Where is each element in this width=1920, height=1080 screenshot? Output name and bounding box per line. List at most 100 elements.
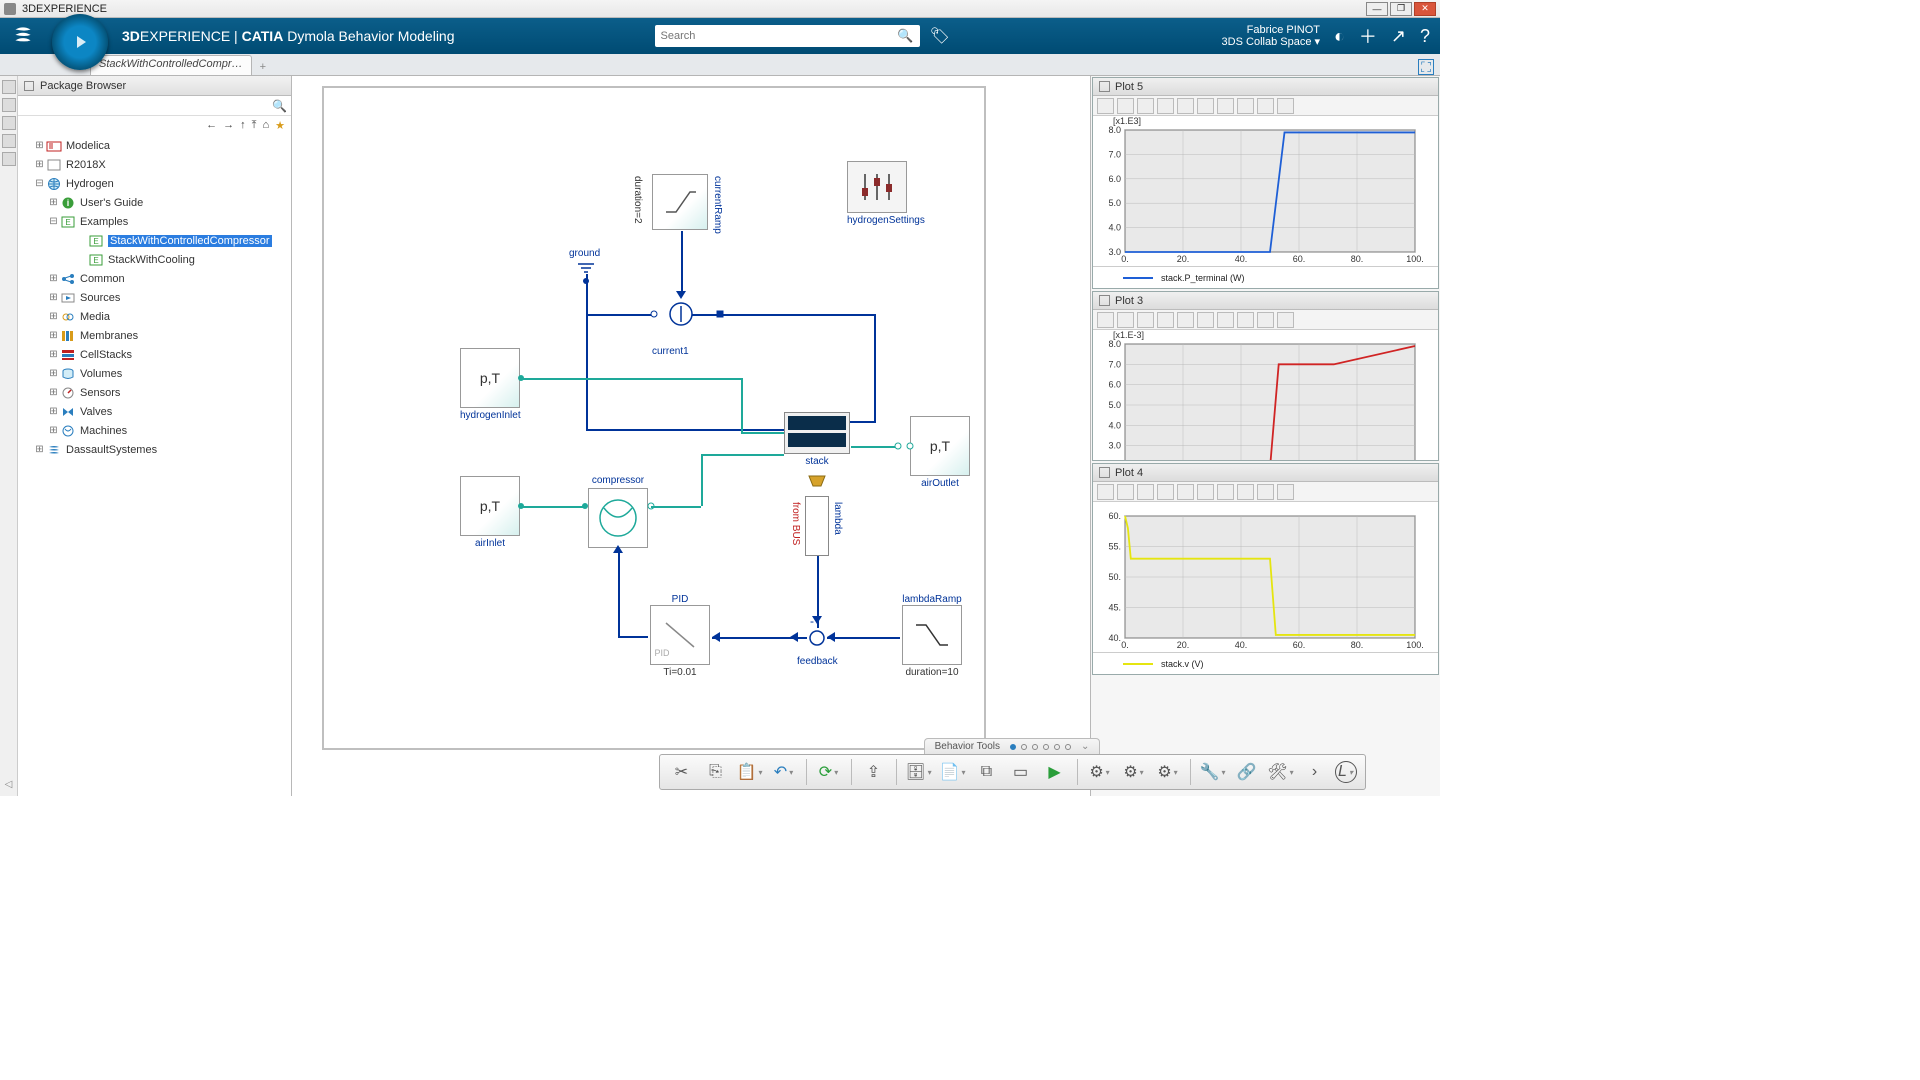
- nav-up-icon[interactable]: ↑: [240, 119, 246, 131]
- browser-search-icon[interactable]: 🔍: [272, 99, 287, 113]
- chevron-down-icon[interactable]: ⌄: [1081, 741, 1089, 752]
- tree-item-Common[interactable]: ⊞Common: [22, 269, 291, 288]
- tree-expander-icon[interactable]: ⊞: [48, 197, 59, 208]
- plot-tool-9[interactable]: [1277, 484, 1294, 500]
- plot-tool-9[interactable]: [1277, 312, 1294, 328]
- tree-expander-icon[interactable]: ⊞: [48, 406, 59, 417]
- component-PID[interactable]: PID PID Ti=0.01: [650, 594, 710, 678]
- tab-active[interactable]: StackWithControlledCompr…: [90, 55, 252, 75]
- component-compressor[interactable]: compressor: [588, 475, 648, 548]
- tree-item-Hydrogen[interactable]: ⊟Hydrogen: [22, 174, 291, 193]
- tree-expander-icon[interactable]: ⊟: [34, 178, 45, 189]
- plot-tool-5[interactable]: [1197, 98, 1214, 114]
- tree-expander-icon[interactable]: ⊟: [48, 216, 59, 227]
- tree-expander-icon[interactable]: ⊞: [48, 349, 59, 360]
- component-hydrogenInlet[interactable]: p,T hydrogenInlet: [460, 348, 521, 421]
- tree-item-StackWithControlledCompressor[interactable]: EStackWithControlledCompressor: [22, 231, 291, 250]
- tree-expander-icon[interactable]: ⊞: [48, 292, 59, 303]
- check-button[interactable]: ⚙: [1154, 758, 1182, 786]
- link-button[interactable]: 🔗: [1233, 758, 1261, 786]
- plot-tool-9[interactable]: [1277, 98, 1294, 114]
- license-button[interactable]: L: [1335, 761, 1357, 783]
- plot-tool-1[interactable]: [1117, 98, 1134, 114]
- component-hydrogenSettings[interactable]: hydrogenSettings: [847, 161, 925, 226]
- plot-tool-6[interactable]: [1217, 98, 1234, 114]
- behavior-tools-tab[interactable]: Behavior Tools ⌄: [924, 738, 1101, 754]
- plot-tool-0[interactable]: [1097, 98, 1114, 114]
- user-info[interactable]: Fabrice PINOT 3DS Collab Space ▾: [1222, 24, 1320, 48]
- tree-item-Valves[interactable]: ⊞Valves: [22, 402, 291, 421]
- plot-header[interactable]: Plot 4: [1093, 464, 1438, 482]
- plot-tool-2[interactable]: [1137, 98, 1154, 114]
- script-button[interactable]: ▭: [1007, 758, 1035, 786]
- plot-tool-0[interactable]: [1097, 312, 1114, 328]
- refresh-button[interactable]: ⟳: [815, 758, 843, 786]
- rail-icon-1[interactable]: [2, 80, 16, 94]
- nav-top-icon[interactable]: ⤒: [252, 119, 257, 132]
- plot-tool-1[interactable]: [1117, 484, 1134, 500]
- view-button[interactable]: 🔧: [1199, 758, 1227, 786]
- search-icon[interactable]: 🔍: [897, 28, 913, 44]
- paste-button[interactable]: 📋: [736, 758, 764, 786]
- plot-tool-4[interactable]: [1177, 484, 1194, 500]
- tree-item-R2018X[interactable]: ⊞R2018X: [22, 155, 291, 174]
- nav-fwd-icon[interactable]: →: [223, 119, 234, 131]
- plot-tool-3[interactable]: [1157, 98, 1174, 114]
- maximize-view-button[interactable]: ⛶: [1418, 59, 1434, 75]
- tree-item-DassaultSystemes[interactable]: ⊞DassaultSystemes: [22, 440, 291, 459]
- plot-tool-3[interactable]: [1157, 312, 1174, 328]
- compass-button[interactable]: [52, 14, 108, 70]
- plot-tool-2[interactable]: [1137, 484, 1154, 500]
- plot-tool-7[interactable]: [1237, 484, 1254, 500]
- component-bus[interactable]: [807, 474, 827, 491]
- tree-item-User-s-Guide[interactable]: ⊞iUser's Guide: [22, 193, 291, 212]
- window-restore-button[interactable]: ❐: [1390, 2, 1412, 16]
- plot-body[interactable]: [x1.E-3]2.03.04.05.06.07.08.00.20.40.60.…: [1093, 330, 1438, 460]
- component-stack[interactable]: stack: [784, 412, 850, 467]
- plot-tool-2[interactable]: [1137, 312, 1154, 328]
- tree-expander-icon[interactable]: ⊞: [48, 387, 59, 398]
- plot-header[interactable]: Plot 5: [1093, 78, 1438, 96]
- plot-tool-8[interactable]: [1257, 98, 1274, 114]
- properties-button[interactable]: 📄: [939, 758, 967, 786]
- tree-item-CellStacks[interactable]: ⊞CellStacks: [22, 345, 291, 364]
- plot-tool-6[interactable]: [1217, 484, 1234, 500]
- component-currentRamp[interactable]: [652, 174, 708, 230]
- plot-tool-5[interactable]: [1197, 484, 1214, 500]
- window-close-button[interactable]: ✕: [1414, 2, 1436, 16]
- component-airInlet[interactable]: p,T airInlet: [460, 476, 520, 549]
- plot-tool-8[interactable]: [1257, 484, 1274, 500]
- tree-expander-icon[interactable]: ⊞: [48, 273, 59, 284]
- component-airOutlet[interactable]: p,T airOutlet: [910, 416, 970, 489]
- package-tree[interactable]: ⊞Modelica⊞R2018X⊟Hydrogen⊞iUser's Guide ⊟…: [18, 134, 291, 796]
- tree-item-Sources[interactable]: ⊞Sources: [22, 288, 291, 307]
- profile-icon[interactable]: ◐: [1334, 26, 1345, 47]
- tree-item-Membranes[interactable]: ⊞Membranes: [22, 326, 291, 345]
- tree-item-Modelica[interactable]: ⊞Modelica: [22, 136, 291, 155]
- plot-tool-0[interactable]: [1097, 484, 1114, 500]
- rail-icon-2[interactable]: [2, 98, 16, 112]
- plot-tool-4[interactable]: [1177, 98, 1194, 114]
- tool-button[interactable]: 🛠: [1267, 758, 1295, 786]
- tree-item-Sensors[interactable]: ⊞Sensors: [22, 383, 291, 402]
- component-current1[interactable]: [668, 301, 694, 330]
- browser-search-input[interactable]: [22, 100, 272, 112]
- search-input[interactable]: [661, 30, 898, 42]
- cut-button[interactable]: ✂: [668, 758, 696, 786]
- nav-back-icon[interactable]: ←: [206, 119, 217, 131]
- plot-tool-4[interactable]: [1177, 312, 1194, 328]
- tree-expander-icon[interactable]: ⊞: [48, 330, 59, 341]
- diagram-canvas[interactable]: hydrogenSettings currentRamp duration=2 …: [292, 76, 1090, 796]
- rail-icon-3[interactable]: [2, 116, 16, 130]
- rail-icon-4[interactable]: [2, 134, 16, 148]
- tree-expander-icon[interactable]: ⊞: [34, 140, 45, 151]
- tree-expander-icon[interactable]: ⊞: [48, 368, 59, 379]
- help-icon[interactable]: ?: [1420, 26, 1430, 47]
- simulate-button[interactable]: ⚙: [1086, 758, 1114, 786]
- database-button[interactable]: 🗄: [905, 758, 933, 786]
- tab-add-button[interactable]: +: [256, 59, 270, 75]
- share-icon[interactable]: ↗: [1391, 26, 1406, 47]
- export-button[interactable]: ⇪: [860, 758, 888, 786]
- tree-item-Machines[interactable]: ⊞Machines: [22, 421, 291, 440]
- component-lambdaRamp[interactable]: lambdaRamp duration=10: [902, 594, 962, 678]
